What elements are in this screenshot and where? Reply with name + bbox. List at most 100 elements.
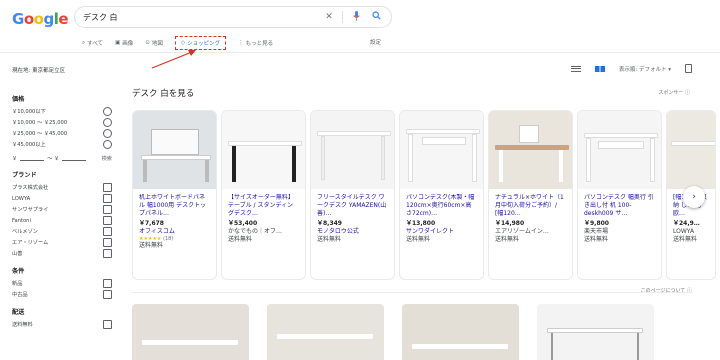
option-label: サンワサプライ — [12, 207, 49, 213]
product-card[interactable]: パソコンデスク 幅奥行 引き出し付 机 100-deskh009 サ… ￥9,8… — [577, 110, 662, 280]
option-label: 中古品 — [12, 292, 28, 298]
search-box[interactable]: デスク 白 ✕ — [74, 6, 392, 28]
checkbox[interactable] — [103, 249, 112, 258]
brand-option[interactable]: LOWYA — [12, 193, 112, 204]
microphone-icon[interactable] — [349, 10, 363, 24]
option-label: LOWYA — [12, 195, 31, 202]
annotation-arrow-icon — [151, 50, 196, 69]
product-name[interactable]: 机上ホワイトボードパネル 幅1000用 デスクトップパネル… — [139, 194, 210, 217]
product-shop: オフィスコム — [139, 227, 175, 235]
checkbox[interactable] — [103, 216, 112, 225]
option-label: ￥10,000 ～ ￥25,000 — [12, 120, 68, 126]
product-price: ￥13,800 — [406, 220, 436, 227]
result-tile[interactable] — [132, 304, 249, 360]
sort-dropdown[interactable]: 表示順: デフォルト ▾ — [619, 65, 671, 73]
search-icon: ⌕ — [82, 39, 86, 46]
grid-view-icon[interactable] — [594, 65, 605, 72]
brand-option[interactable]: ベルメゾン — [12, 226, 112, 237]
shipping-filter: 配送 送料無料 — [12, 307, 112, 330]
product-image[interactable] — [578, 111, 661, 189]
price-filter: 価格 ￥10,000以下 ￥10,000 ～ ￥25,000 ￥25,000 ～… — [12, 94, 112, 163]
checkbox[interactable] — [103, 194, 112, 203]
search-submit-icon[interactable] — [369, 11, 383, 23]
product-price: ￥24,9… — [673, 220, 700, 227]
product-shop: サンワダイレクト — [406, 227, 455, 235]
product-image[interactable] — [400, 111, 483, 189]
checkbox[interactable] — [103, 320, 112, 329]
clear-icon[interactable]: ✕ — [322, 12, 336, 22]
option-label: ベルメゾン — [12, 229, 38, 235]
brand-option[interactable]: サンワサプライ — [12, 204, 112, 215]
sponsored-label[interactable]: スポンサー ⓘ — [658, 89, 690, 96]
product-name[interactable]: フリースタイルデスク ワークデスク YAMAZEN(山善)… — [317, 194, 388, 217]
product-shop: 楽天市場 — [584, 227, 609, 235]
product-shipping: 送料無料 — [406, 235, 431, 243]
product-card[interactable]: 机上ホワイトボードパネル 幅1000用 デスクトップパネル… ￥7,678 オフ… — [132, 110, 217, 280]
price-option[interactable]: ￥45,000以上 — [12, 139, 112, 150]
product-carousel: 机上ホワイトボードパネル 幅1000用 デスクトップパネル… ￥7,678 オフ… — [132, 110, 716, 280]
image-icon: ▣ — [115, 40, 121, 46]
checkbox[interactable] — [103, 238, 112, 247]
max-price-input[interactable] — [62, 155, 87, 161]
brand-option[interactable]: 山善 — [12, 248, 112, 259]
list-view-icon[interactable] — [570, 65, 581, 72]
product-image[interactable] — [133, 111, 216, 189]
price-option[interactable]: ￥25,000 ～ ￥45,000 — [12, 128, 112, 139]
compare-icon[interactable] — [685, 64, 692, 73]
checkbox[interactable] — [103, 290, 112, 299]
brand-option[interactable]: Fantoni — [12, 215, 112, 226]
checkbox[interactable] — [103, 205, 112, 214]
tab-label: すべて — [87, 41, 103, 47]
min-price-input[interactable] — [20, 155, 45, 161]
product-image[interactable] — [667, 111, 715, 189]
product-image[interactable] — [311, 111, 394, 189]
product-card[interactable]: パソコンデスク(木製・幅120cm×奥行60cm×高さ72cm)… ￥13,80… — [399, 110, 484, 280]
option-label: 新品 — [12, 281, 23, 287]
product-image[interactable] — [222, 111, 305, 189]
product-image[interactable] — [489, 111, 572, 189]
condition-option[interactable]: 中古品 — [12, 289, 112, 300]
product-shipping: 送料無料 — [317, 235, 342, 243]
product-shop: エアリゾームイン… — [495, 227, 549, 235]
google-logo[interactable]: Google — [12, 10, 69, 28]
radio-button[interactable] — [103, 140, 112, 149]
tab-more[interactable]: ⋮ もっと見る — [238, 39, 273, 47]
brand-option[interactable]: プラス株式会社 — [12, 182, 112, 193]
checkbox[interactable] — [103, 183, 112, 192]
brand-option[interactable]: エア・リゾーム — [12, 237, 112, 248]
product-card[interactable]: 【サイズオーダー無料】テーブル / スタンディングデスク… ￥53,400 かな… — [221, 110, 306, 280]
organic-results-row — [132, 304, 654, 360]
product-shop: LOWYA — [673, 227, 695, 235]
product-name[interactable]: ナチュラル×ホワイト（1月中旬入荷分ご予約）/ [幅120… — [495, 194, 566, 217]
search-input[interactable]: デスク 白 — [83, 12, 316, 23]
tab-all[interactable]: ⌕ すべて — [82, 39, 103, 48]
sort-label: 表示順: デフォルト — [618, 66, 667, 73]
option-label: Fantoni — [12, 217, 31, 224]
result-tile[interactable] — [402, 304, 519, 360]
checkbox[interactable] — [103, 279, 112, 288]
tab-settings[interactable]: 設定 — [370, 38, 381, 46]
radio-button[interactable] — [103, 107, 112, 116]
chevron-right-icon: › — [692, 192, 696, 202]
result-tile[interactable] — [267, 304, 384, 360]
product-name[interactable]: パソコンデスク 幅奥行 引き出し付 机 100-deskh009 サ… — [584, 194, 655, 217]
radio-button[interactable] — [103, 129, 112, 138]
condition-option[interactable]: 新品 — [12, 278, 112, 289]
price-option[interactable]: ￥10,000 ～ ￥25,000 — [12, 117, 112, 128]
checkbox[interactable] — [103, 227, 112, 236]
filter-title: 配送 — [12, 309, 25, 316]
price-option[interactable]: ￥10,000以下 — [12, 106, 112, 117]
result-tile[interactable] — [537, 304, 654, 360]
product-card[interactable]: ナチュラル×ホワイト（1月中旬入荷分ご予約）/ [幅120… ￥14,980 エ… — [488, 110, 573, 280]
price-go-button[interactable]: 検索 — [102, 155, 112, 162]
product-shop: かなでもの｜オフ… — [228, 227, 283, 235]
product-card[interactable]: フリースタイルデスク ワークデスク YAMAZEN(山善)… ￥8,349 モノ… — [310, 110, 395, 280]
product-name[interactable]: パソコンデスク(木製・幅120cm×奥行60cm×高さ72cm)… — [406, 194, 477, 217]
radio-button[interactable] — [103, 118, 112, 127]
shipping-option[interactable]: 送料無料 — [12, 319, 112, 330]
range-separator: ～ ￥ — [47, 155, 60, 162]
tab-images[interactable]: ▣ 画像 — [115, 39, 133, 47]
carousel-next-button[interactable]: › — [683, 186, 705, 208]
product-name[interactable]: 【サイズオーダー無料】テーブル / スタンディングデスク… — [228, 194, 299, 217]
product-shipping: 送料無料 — [673, 235, 698, 243]
